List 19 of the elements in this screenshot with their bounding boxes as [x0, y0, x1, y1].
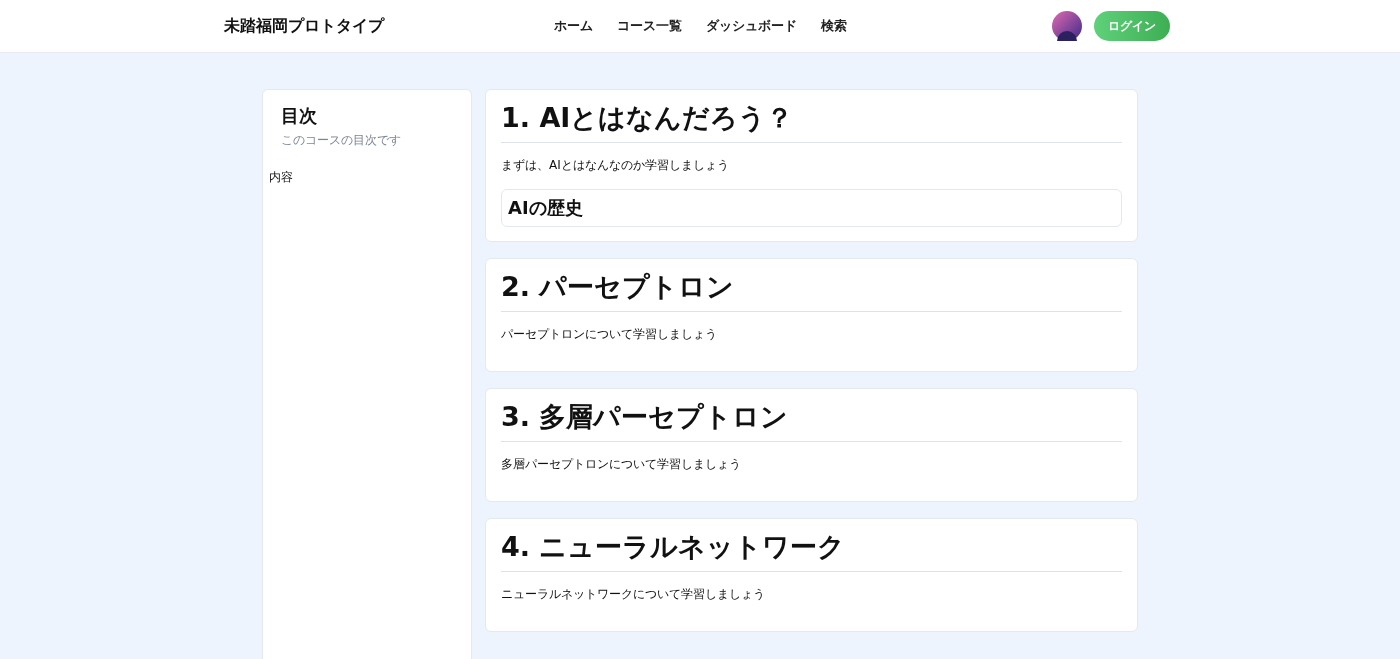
section-title: 3. 多層パーセプトロン — [501, 399, 1122, 442]
sidebar-title: 目次 — [281, 104, 318, 128]
sidebar-item[interactable]: 内容 — [263, 163, 471, 192]
section-description: パーセプトロンについて学習しましょう — [501, 326, 718, 343]
section-title: 1. AIとはなんだろう？ — [501, 100, 1122, 143]
section-description: ニューラルネットワークについて学習しましょう — [501, 586, 766, 603]
nav-link[interactable]: 検索 — [821, 17, 847, 35]
nav-link[interactable]: ホーム — [554, 17, 593, 35]
sidebar-subtitle: このコースの目次です — [281, 132, 402, 149]
subsection-card[interactable]: AIの歴史 — [501, 189, 1122, 227]
subsection-title: AIの歴史 — [508, 197, 583, 218]
section-title: 2. パーセプトロン — [501, 269, 1122, 312]
nav-link[interactable]: コース一覧 — [617, 17, 682, 35]
avatar-icon[interactable] — [1052, 11, 1082, 41]
section-description: 多層パーセプトロンについて学習しましょう — [501, 456, 742, 473]
section-title: 4. ニューラルネットワーク — [501, 529, 1122, 572]
nav-link[interactable]: ダッシュボード — [706, 17, 797, 35]
section-description: まずは、AIとはなんなのか学習しましょう — [501, 157, 730, 174]
site-title[interactable]: 未踏福岡プロトタイプ — [224, 15, 554, 37]
